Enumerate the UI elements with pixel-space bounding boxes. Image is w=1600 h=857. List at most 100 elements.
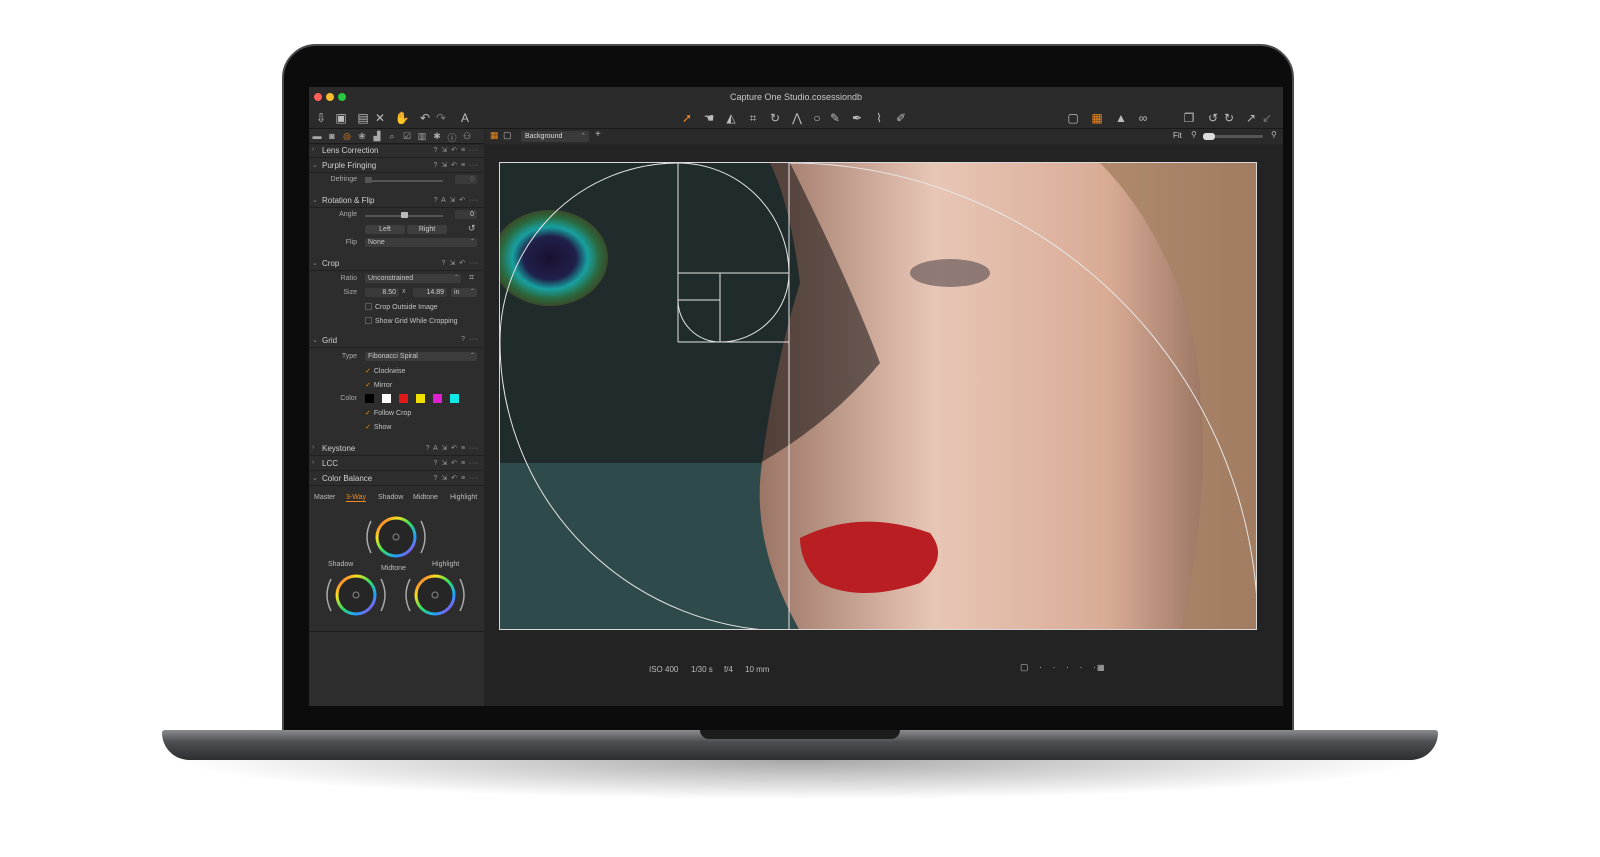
export-icon[interactable]: ↗	[1243, 110, 1259, 126]
swatch-yellow[interactable]	[416, 394, 425, 403]
brush-icon[interactable]: ✒	[849, 110, 865, 126]
undo-icon[interactable]: ↶	[417, 110, 433, 126]
tab-shadow[interactable]: Shadow	[378, 494, 403, 501]
keystone-icon[interactable]: ⋀	[789, 110, 805, 126]
glasses-icon[interactable]: ∞	[1135, 110, 1151, 126]
proof-icon[interactable]: ▢	[1065, 110, 1081, 126]
tool-actions-icon[interactable]: ? A ⇲ ↶ ≡ ···	[426, 444, 479, 452]
tool-actions-icon[interactable]: ? ···	[461, 336, 479, 343]
crop-outside-checkbox[interactable]: Crop Outside Image	[365, 303, 438, 311]
swatch-cyan[interactable]	[450, 394, 459, 403]
purple-fringing-header[interactable]: ⌄ Purple Fringing ? ⇲ ↶ ≡ ···	[309, 160, 484, 173]
color-tab-icon[interactable]: ❀	[357, 131, 367, 142]
lens-tab-icon[interactable]: ◎	[342, 131, 352, 142]
tool-actions-icon[interactable]: ? ⇲ ↶ ≡ ···	[434, 161, 479, 169]
rotate-left-icon[interactable]: ↺	[1205, 110, 1221, 126]
grid-type-select[interactable]: Fibonacci Spiral ⌃	[365, 352, 477, 361]
zoom-slider-handle[interactable]	[1203, 133, 1215, 140]
unit-select[interactable]: in ⌃	[451, 288, 477, 297]
spot-removal-icon[interactable]: ○	[809, 110, 825, 126]
ratio-select[interactable]: Unconstrained ⌃	[365, 274, 461, 283]
rotate-right-button[interactable]: Right	[407, 225, 447, 234]
zoom-in-icon[interactable]: ⚲	[1271, 130, 1277, 139]
flip-select[interactable]: None ⌃	[365, 238, 477, 247]
shadow-wheel[interactable]	[326, 574, 386, 616]
reset-rotation-icon[interactable]: ↺	[468, 223, 476, 234]
defringe-slider-handle[interactable]	[365, 177, 372, 183]
tab-midtone[interactable]: Midtone	[413, 494, 438, 501]
highlight-wheel[interactable]	[405, 574, 465, 616]
color-tag-icon[interactable]: ▦	[1097, 663, 1105, 672]
portrait-photo[interactable]	[499, 162, 1257, 630]
tool-actions-icon[interactable]: ? ⇲ ↶ ≡ ···	[434, 459, 479, 467]
redo-icon[interactable]: ↷	[433, 110, 449, 126]
follow-crop-checkbox[interactable]: ✓ Follow Crop	[365, 409, 411, 417]
text-tool-icon[interactable]: A	[457, 110, 473, 126]
single-view-icon[interactable]: ▢	[503, 130, 512, 141]
tab-highlight[interactable]: Highlight	[450, 494, 477, 501]
tool-actions-icon[interactable]: ? ⇲ ↶ ···	[442, 259, 479, 267]
background-select[interactable]: Background ⌃	[521, 131, 589, 142]
output-tab-icon[interactable]: ✱	[432, 131, 442, 142]
color-picker-icon[interactable]: ✎	[827, 110, 843, 126]
pan-icon[interactable]: ☚	[701, 110, 717, 126]
metadata-tab-icon[interactable]: ▥	[417, 131, 427, 142]
swatch-black[interactable]	[365, 394, 374, 403]
swatch-red[interactable]	[399, 394, 408, 403]
swatch-white[interactable]	[382, 394, 391, 403]
clockwise-checkbox[interactable]: ✓ Clockwise	[365, 367, 405, 375]
lens-correction-header[interactable]: › Lens Correction ? ⇲ ↶ ≡ ···	[309, 145, 484, 158]
grid-header[interactable]: ⌄ Grid ? ···	[309, 335, 484, 348]
defringe-slider[interactable]	[365, 180, 443, 182]
exposure-tab-icon[interactable]: ▟	[372, 131, 382, 142]
library-tab-icon[interactable]: ▬	[312, 131, 322, 141]
eraser-icon[interactable]: ✐	[893, 110, 909, 126]
image-viewer[interactable]: ISO 400 1/30 s f/4 10 mm ▢ · · · · · ▦	[485, 145, 1283, 706]
delete-icon[interactable]: ✕	[372, 110, 388, 126]
mirror-checkbox[interactable]: ✓ Mirror	[365, 381, 392, 389]
crop-icon[interactable]: ⌗	[745, 110, 761, 126]
rotate-left-button[interactable]: Left	[365, 225, 405, 234]
tab-master[interactable]: Master	[314, 494, 335, 501]
grid-toggle-icon[interactable]: ▦	[1089, 110, 1105, 126]
show-grid-cropping-checkbox[interactable]: Show Grid While Cropping	[365, 317, 457, 325]
exposure-warning-icon[interactable]: ▲	[1113, 110, 1129, 126]
select-cursor-icon[interactable]: ➚	[679, 110, 695, 126]
rotate-right-icon[interactable]: ↻	[1221, 110, 1237, 126]
capture-icon[interactable]: ▣	[333, 110, 349, 126]
show-grid-checkbox[interactable]: ✓ Show	[365, 423, 391, 431]
swatch-magenta[interactable]	[433, 394, 442, 403]
adjustments-tab-icon[interactable]: ☑	[402, 131, 412, 142]
angle-value[interactable]: 0	[455, 210, 477, 219]
zoom-fit-label[interactable]: Fit	[1173, 131, 1182, 140]
zoom-out-icon[interactable]: ⚲	[1191, 130, 1197, 139]
crop-height-field[interactable]: 14.89	[413, 288, 447, 297]
process-icon[interactable]: ▤	[355, 110, 371, 126]
tab-3-way[interactable]: 3-Way	[346, 494, 366, 502]
hand-icon[interactable]: ✋	[394, 110, 410, 126]
variants-icon[interactable]: ❐	[1181, 110, 1197, 126]
rotation-flip-header[interactable]: ⌄ Rotation & Flip ? A ⇲ ↶ ···	[309, 195, 484, 208]
details-tab-icon[interactable]: ⌕	[387, 131, 397, 142]
tool-actions-icon[interactable]: ? ⇲ ↶ ≡ ···	[434, 146, 479, 154]
info-tab-icon[interactable]: ⓘ	[447, 131, 457, 144]
capture-tab-icon[interactable]: ◙	[327, 131, 337, 141]
grid-view-icon[interactable]: ▦	[490, 130, 499, 141]
eyedropper-icon[interactable]: ⌇	[871, 110, 887, 126]
rating-dots[interactable]: ▢ · · · · ·	[1020, 662, 1100, 673]
rotate-icon[interactable]: ↻	[767, 110, 783, 126]
keystone-header[interactable]: › Keystone ? A ⇲ ↶ ≡ ···	[309, 443, 484, 456]
crop-header[interactable]: ⌄ Crop ? ⇲ ↶ ···	[309, 258, 484, 271]
defringe-value[interactable]: 0	[455, 175, 477, 184]
color-balance-header[interactable]: ⌄ Color Balance ? ⇲ ↶ ≡ ···	[309, 473, 484, 486]
add-icon[interactable]: +	[595, 129, 601, 140]
tool-actions-icon[interactable]: ? ⇲ ↶ ≡ ···	[434, 474, 479, 482]
loupe-icon[interactable]: ◭	[723, 110, 739, 126]
collapse-icon[interactable]: ↙	[1259, 110, 1275, 126]
batch-tab-icon[interactable]: ⚇	[462, 131, 472, 142]
angle-slider-handle[interactable]	[401, 212, 408, 218]
tool-actions-icon[interactable]: ? A ⇲ ↶ ···	[434, 196, 479, 204]
lcc-header[interactable]: › LCC ? ⇲ ↶ ≡ ···	[309, 458, 484, 471]
crop-width-field[interactable]: 8.50	[365, 288, 399, 297]
crop-icon[interactable]: ⌗	[469, 272, 474, 283]
